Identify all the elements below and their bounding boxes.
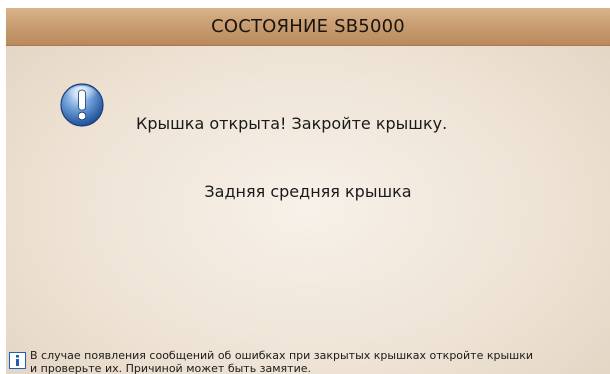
info-text-line-2: и проверьте их. Причиной может быть замя…: [30, 362, 311, 374]
info-text-line-1: В случае появления сообщений об ошибках …: [30, 349, 534, 362]
alert-message: Крышка открыта! Закройте крышку.: [136, 114, 448, 133]
info-note: В случае появления сообщений об ошибках …: [6, 340, 610, 374]
dialog-title: СОСТОЯНИЕ SB5000: [211, 16, 405, 37]
status-dialog: СОСТОЯНИЕ SB5000 Крышка открыта! Закройт…: [6, 8, 610, 374]
alert-detail: Задняя средняя крышка: [204, 182, 412, 201]
title-bar: СОСТОЯНИЕ SB5000: [6, 8, 610, 46]
info-icon: [9, 352, 26, 369]
exclamation-icon: [58, 81, 106, 129]
